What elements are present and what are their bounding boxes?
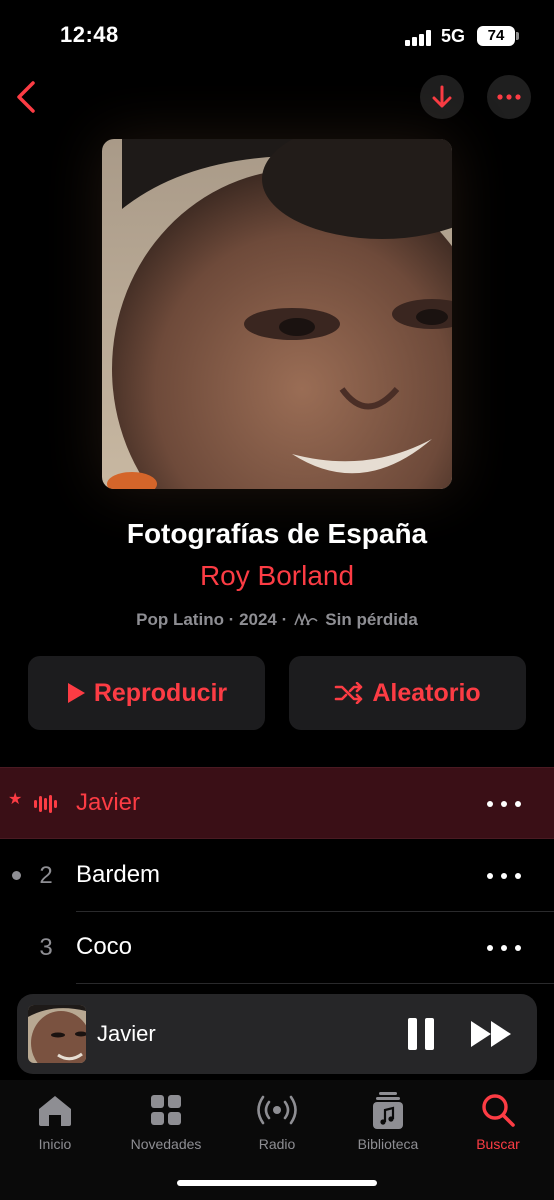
tab-buscar[interactable]: Buscar xyxy=(443,1090,553,1152)
album-meta: Pop Latino · 2024 · Sin pérdida xyxy=(0,610,554,630)
mini-player-artwork xyxy=(28,1005,86,1063)
network-label: 5G xyxy=(441,26,466,46)
track-more-button[interactable] xyxy=(487,936,521,960)
more-options-button[interactable] xyxy=(487,75,531,119)
tab-novedades[interactable]: Novedades xyxy=(111,1090,221,1152)
status-bar: 12:48 5G 74 xyxy=(0,0,554,70)
divider xyxy=(76,983,554,984)
home-indicator[interactable] xyxy=(177,1180,377,1186)
chevron-left-icon xyxy=(17,81,35,113)
tab-label: Biblioteca xyxy=(357,1136,419,1152)
back-button[interactable] xyxy=(6,76,46,118)
status-time: 12:48 xyxy=(60,22,119,47)
track-row[interactable]: 2 Bardem xyxy=(0,840,554,912)
library-icon xyxy=(373,1092,403,1129)
ellipsis-icon xyxy=(497,94,521,100)
track-number: 2 xyxy=(39,862,53,889)
play-icon xyxy=(67,683,85,703)
arrow-down-icon xyxy=(432,85,452,108)
next-track-icon[interactable] xyxy=(469,1018,515,1050)
track-title: Bardem xyxy=(76,861,161,888)
star-icon: ★ xyxy=(8,791,23,808)
tab-label: Radio xyxy=(258,1136,296,1152)
downloaded-dot-icon xyxy=(12,871,21,880)
track-number: 3 xyxy=(39,934,53,961)
tab-radio[interactable]: Radio xyxy=(222,1090,332,1152)
grid-icon xyxy=(151,1095,181,1125)
album-title: Fotografías de España xyxy=(126,518,428,549)
album-artwork xyxy=(102,139,452,489)
home-icon xyxy=(39,1096,71,1126)
mini-player-title: Javier xyxy=(97,1021,156,1046)
tab-inicio[interactable]: Inicio xyxy=(0,1090,110,1152)
pause-icon[interactable] xyxy=(405,1016,437,1052)
radio-icon xyxy=(257,1095,297,1125)
signal-icon xyxy=(405,30,433,46)
quality-label: Sin pérdida xyxy=(325,610,418,629)
download-button[interactable] xyxy=(420,75,464,119)
track-row[interactable]: 3 Coco xyxy=(0,912,554,984)
play-label: Reproducir xyxy=(93,678,228,707)
shuffle-label: Aleatorio xyxy=(372,678,481,707)
album-artist-link[interactable]: Roy Borland xyxy=(0,560,554,592)
tab-label: Buscar xyxy=(476,1136,520,1152)
track-more-button[interactable] xyxy=(487,792,521,816)
battery-icon: 74 xyxy=(477,26,519,46)
tab-biblioteca[interactable]: Biblioteca xyxy=(333,1090,443,1152)
search-icon xyxy=(482,1094,515,1127)
tab-label: Novedades xyxy=(130,1136,202,1152)
track-title: Coco xyxy=(76,933,133,960)
track-more-button[interactable] xyxy=(487,864,521,888)
lossless-icon xyxy=(294,613,318,626)
now-playing-icon xyxy=(34,795,57,813)
shuffle-icon xyxy=(335,682,363,704)
mini-player[interactable]: Javier xyxy=(17,994,537,1074)
track-row[interactable]: ★ Javier xyxy=(0,767,554,839)
play-button[interactable]: Reproducir xyxy=(28,656,265,730)
track-title: Javier xyxy=(76,789,141,816)
genre-year: Pop Latino · 2024 · xyxy=(136,610,288,629)
tab-label: Inicio xyxy=(38,1136,72,1152)
shuffle-button[interactable]: Aleatorio xyxy=(289,656,526,730)
